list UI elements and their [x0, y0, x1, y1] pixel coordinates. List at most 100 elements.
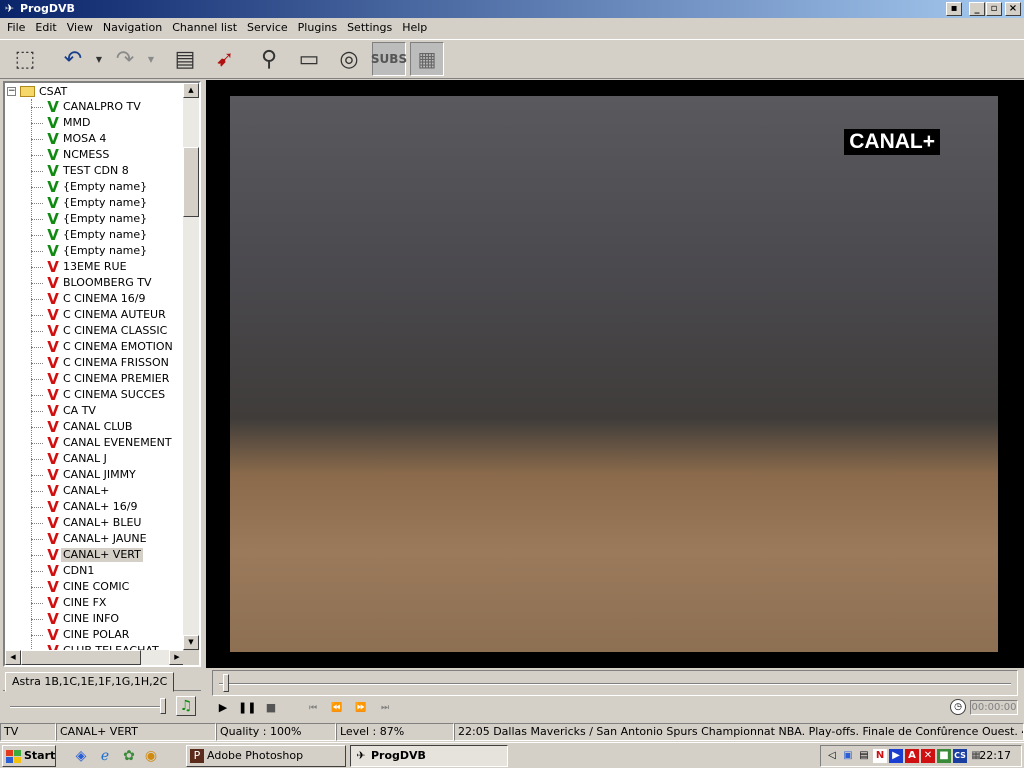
channel-item[interactable]: V BLOOMBERG TV	[31, 275, 185, 291]
pointer-button[interactable]: ➹	[208, 42, 242, 76]
channel-item[interactable]: V {Empty name}	[31, 179, 185, 195]
record-button[interactable]: ▭	[292, 42, 326, 76]
seek-thumb[interactable]	[223, 674, 229, 692]
search-button[interactable]: ⚲	[252, 42, 286, 76]
channel-item[interactable]: V CA TV	[31, 403, 185, 419]
channel-item[interactable]: V C CINEMA EMOTION	[31, 339, 185, 355]
cs-tray-icon[interactable]: CS	[953, 749, 967, 763]
channel-item[interactable]: V TEST CDN 8	[31, 163, 185, 179]
teletext-button[interactable]: ▦	[410, 42, 444, 76]
arrow-tray-icon[interactable]: ▶	[889, 749, 903, 763]
channel-item[interactable]: V NCMESS	[31, 147, 185, 163]
tree-root-csat[interactable]: − CSAT	[7, 84, 67, 99]
task-progdvb[interactable]: ✈ ProgDVB	[350, 745, 508, 767]
channel-item[interactable]: V C CINEMA 16/9	[31, 291, 185, 307]
channel-item[interactable]: V C CINEMA CLASSIC	[31, 323, 185, 339]
menu-file[interactable]: File	[2, 19, 30, 37]
quicklaunch-desktop-icon[interactable]: ◈	[72, 747, 90, 765]
menu-channel-list[interactable]: Channel list	[167, 19, 242, 37]
channel-item[interactable]: V MOSA 4	[31, 131, 185, 147]
task-photoshop[interactable]: P Adobe Photoshop	[186, 745, 346, 767]
quicklaunch-media-icon[interactable]: ✿	[120, 747, 138, 765]
extra-window-icon[interactable]: ▪	[946, 2, 962, 16]
channel-item[interactable]: V {Empty name}	[31, 195, 185, 211]
display-tray-icon[interactable]: ▤	[857, 749, 871, 763]
quicklaunch-ie-icon[interactable]: ℯ	[96, 747, 114, 765]
play-button[interactable]: ▶	[214, 700, 232, 716]
channel-item[interactable]: V CANALPRO TV	[31, 99, 185, 115]
forward-dropdown-button[interactable]: ▼	[146, 42, 156, 76]
channel-item[interactable]: VCLUB TELEACHAT	[31, 643, 185, 650]
channel-item[interactable]: V CANAL+ BLEU	[31, 515, 185, 531]
channel-item[interactable]: V CDN1	[31, 563, 185, 579]
horizontal-scroll-thumb[interactable]	[21, 650, 141, 665]
quicklaunch-player-icon[interactable]: ◉	[142, 747, 160, 765]
channel-item[interactable]: V CANAL+	[31, 483, 185, 499]
audio-button[interactable]: ♫	[176, 696, 196, 716]
video-frame[interactable]: CANAL+	[206, 80, 1024, 668]
scroll-down-button[interactable]: ▼	[183, 635, 199, 650]
skip-back-button[interactable]: ⏮	[304, 700, 322, 716]
pause-button[interactable]: ❚❚	[238, 700, 256, 716]
stop-button[interactable]: ■	[262, 700, 280, 716]
seek-bar[interactable]	[212, 670, 1018, 696]
channel-item[interactable]: V CANAL+ 16/9	[31, 499, 185, 515]
satellite-button[interactable]: ◎	[332, 42, 366, 76]
scroll-up-button[interactable]: ▲	[183, 83, 199, 98]
channel-item[interactable]: V {Empty name}	[31, 211, 185, 227]
menu-plugins[interactable]: Plugins	[293, 19, 342, 37]
minimize-button[interactable]: _	[969, 2, 985, 16]
channel-item[interactable]: V 13EME RUE	[31, 259, 185, 275]
scroll-thumb[interactable]	[183, 147, 199, 217]
collapse-icon[interactable]: −	[7, 87, 16, 96]
n-tray-icon[interactable]: N	[873, 749, 887, 763]
channel-item[interactable]: V CINE COMIC	[31, 579, 185, 595]
maximize-button[interactable]: ▫	[986, 2, 1002, 16]
menu-help[interactable]: Help	[397, 19, 432, 37]
channel-item[interactable]: V CANAL J	[31, 451, 185, 467]
channel-item[interactable]: V MMD	[31, 115, 185, 131]
rewind-button[interactable]: ⏪	[328, 700, 346, 716]
fast-forward-button[interactable]: ⏩	[352, 700, 370, 716]
tab-satellite[interactable]: Astra 1B,1C,1E,1F,1G,1H,2C	[5, 672, 175, 692]
volume-slider-thumb[interactable]	[160, 698, 166, 714]
green-tray-icon[interactable]: ■	[937, 749, 951, 763]
volume-slider[interactable]	[10, 706, 166, 708]
channel-item[interactable]: V CANAL EVENEMENT	[31, 435, 185, 451]
network-tray-icon[interactable]: ▣	[841, 749, 855, 763]
channel-item[interactable]: V C CINEMA PREMIER	[31, 371, 185, 387]
back-dropdown-button[interactable]: ▼	[94, 42, 104, 76]
scroll-left-button[interactable]: ◀	[5, 650, 21, 665]
menu-view[interactable]: View	[62, 19, 98, 37]
skip-forward-button[interactable]: ⏭	[376, 700, 394, 716]
forward-button[interactable]: ↷	[108, 42, 142, 76]
menu-navigation[interactable]: Navigation	[98, 19, 167, 37]
start-button[interactable]: Start	[2, 745, 56, 767]
channel-item[interactable]: V CANAL JIMMY	[31, 467, 185, 483]
open-channel-list-button[interactable]: ⬚	[8, 42, 42, 76]
menu-edit[interactable]: Edit	[30, 19, 61, 37]
back-button[interactable]: ↶	[56, 42, 90, 76]
channel-item[interactable]: V CANAL+ JAUNE	[31, 531, 185, 547]
tree-horizontal-scrollbar[interactable]: ◀ ▶	[5, 650, 185, 665]
red-tray-icon[interactable]: ✕	[921, 749, 935, 763]
tree-vertical-scrollbar[interactable]: ▲ ▼	[183, 83, 199, 650]
subtitles-button[interactable]: SUBS	[371, 42, 407, 76]
channel-item[interactable]: V C CINEMA AUTEUR	[31, 307, 185, 323]
channel-item[interactable]: V C CINEMA SUCCES	[31, 387, 185, 403]
channel-item[interactable]: V C CINEMA FRISSON	[31, 355, 185, 371]
channel-item[interactable]: V {Empty name}	[31, 227, 185, 243]
channel-item[interactable]: V CINE FX	[31, 595, 185, 611]
close-button[interactable]: ×	[1005, 2, 1021, 16]
channel-item[interactable]: V CINE INFO	[31, 611, 185, 627]
timer-clock-icon[interactable]: ◷	[950, 699, 966, 715]
channel-list-button[interactable]: ▤	[168, 42, 202, 76]
channel-item[interactable]: V CANAL+ VERT	[31, 547, 185, 563]
volume-tray-icon[interactable]: ◁	[825, 749, 839, 763]
menu-settings[interactable]: Settings	[342, 19, 397, 37]
channel-item[interactable]: V {Empty name}	[31, 243, 185, 259]
channel-item[interactable]: V CANAL CLUB	[31, 419, 185, 435]
av-tray-icon[interactable]: A	[905, 749, 919, 763]
channel-item[interactable]: V CINE POLAR	[31, 627, 185, 643]
menu-service[interactable]: Service	[242, 19, 293, 37]
